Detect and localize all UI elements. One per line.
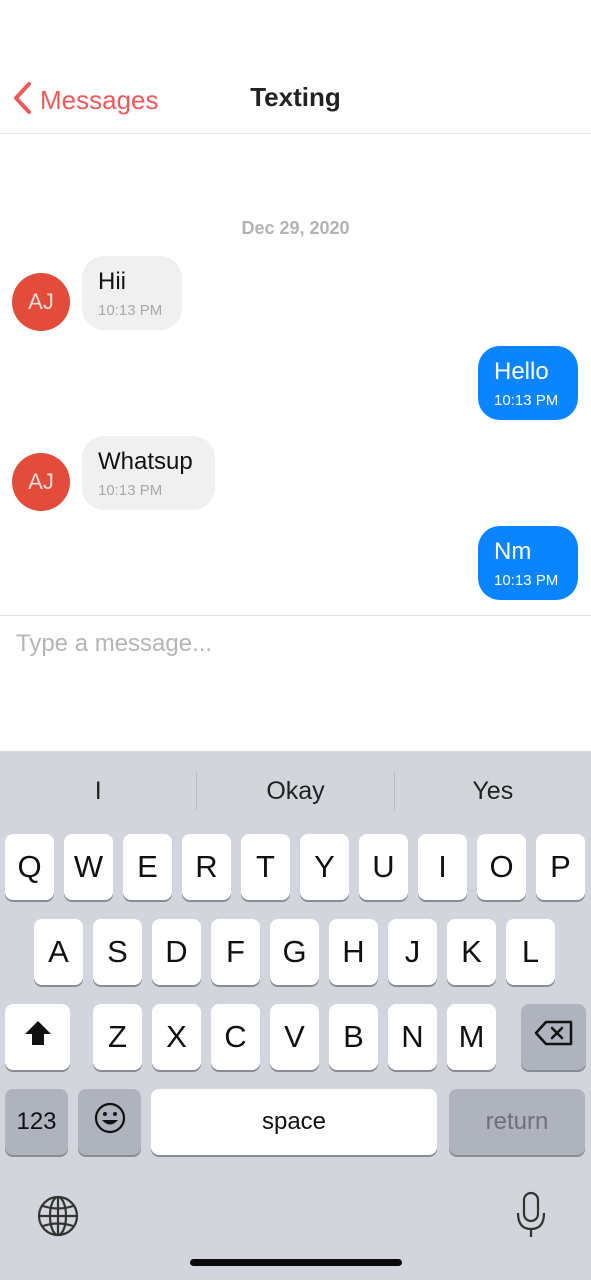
key[interactable]: C: [211, 1004, 260, 1070]
return-key[interactable]: return: [449, 1089, 585, 1155]
message-text: Whatsup: [98, 448, 193, 475]
globe-icon[interactable]: [36, 1194, 80, 1238]
key[interactable]: K: [447, 919, 496, 985]
key[interactable]: T: [241, 834, 290, 900]
message-input[interactable]: [16, 628, 576, 660]
key[interactable]: F: [211, 919, 260, 985]
emoji-icon: [93, 1101, 127, 1143]
space-key[interactable]: space: [151, 1089, 437, 1155]
key[interactable]: G: [270, 919, 319, 985]
avatar[interactable]: AJ: [12, 273, 70, 331]
key[interactable]: B: [329, 1004, 378, 1070]
message-composer: [0, 615, 591, 751]
message-time: 10:13 PM: [98, 482, 163, 499]
message-bubble-incoming[interactable]: Hii 10:13 PM: [82, 256, 182, 330]
shift-icon: [23, 1019, 53, 1055]
message-bubble-outgoing[interactable]: Hello 10:13 PM: [478, 346, 578, 420]
key[interactable]: L: [506, 919, 555, 985]
key[interactable]: R: [182, 834, 231, 900]
shift-key[interactable]: [5, 1004, 70, 1070]
suggestion-item[interactable]: Yes: [395, 777, 591, 806]
key[interactable]: Q: [5, 834, 54, 900]
message-bubble-incoming[interactable]: Whatsup 10:13 PM: [82, 436, 215, 510]
key[interactable]: Y: [300, 834, 349, 900]
message-bubble-outgoing[interactable]: Nm 10:13 PM: [478, 526, 578, 600]
key[interactable]: A: [34, 919, 83, 985]
page-title: Texting: [250, 82, 341, 112]
key[interactable]: V: [270, 1004, 319, 1070]
key[interactable]: N: [388, 1004, 437, 1070]
message-text: Nm: [494, 538, 532, 565]
emoji-key[interactable]: [78, 1089, 141, 1155]
backspace-icon: [534, 1019, 574, 1055]
nav-header: Messages Texting: [0, 0, 591, 134]
key[interactable]: U: [359, 834, 408, 900]
message-time: 10:13 PM: [494, 572, 559, 589]
microphone-icon[interactable]: [510, 1190, 552, 1240]
home-indicator: [190, 1259, 402, 1266]
key[interactable]: E: [123, 834, 172, 900]
suggestion-bar: I Okay Yes: [0, 751, 591, 831]
key[interactable]: X: [152, 1004, 201, 1070]
key[interactable]: W: [64, 834, 113, 900]
key[interactable]: H: [329, 919, 378, 985]
suggestion-item[interactable]: I: [0, 777, 196, 806]
key[interactable]: Z: [93, 1004, 142, 1070]
key[interactable]: S: [93, 919, 142, 985]
key[interactable]: M: [447, 1004, 496, 1070]
key[interactable]: P: [536, 834, 585, 900]
key[interactable]: O: [477, 834, 526, 900]
message-time: 10:13 PM: [98, 302, 163, 319]
numbers-key[interactable]: 123: [5, 1089, 68, 1155]
backspace-key[interactable]: [521, 1004, 586, 1070]
key[interactable]: J: [388, 919, 437, 985]
message-text: Hii: [98, 268, 126, 295]
message-text: Hello: [494, 358, 549, 385]
key[interactable]: D: [152, 919, 201, 985]
suggestion-item[interactable]: Okay: [197, 777, 393, 806]
key[interactable]: I: [418, 834, 467, 900]
message-time: 10:13 PM: [494, 392, 559, 409]
avatar[interactable]: AJ: [12, 453, 70, 511]
date-separator: Dec 29, 2020: [241, 218, 350, 238]
